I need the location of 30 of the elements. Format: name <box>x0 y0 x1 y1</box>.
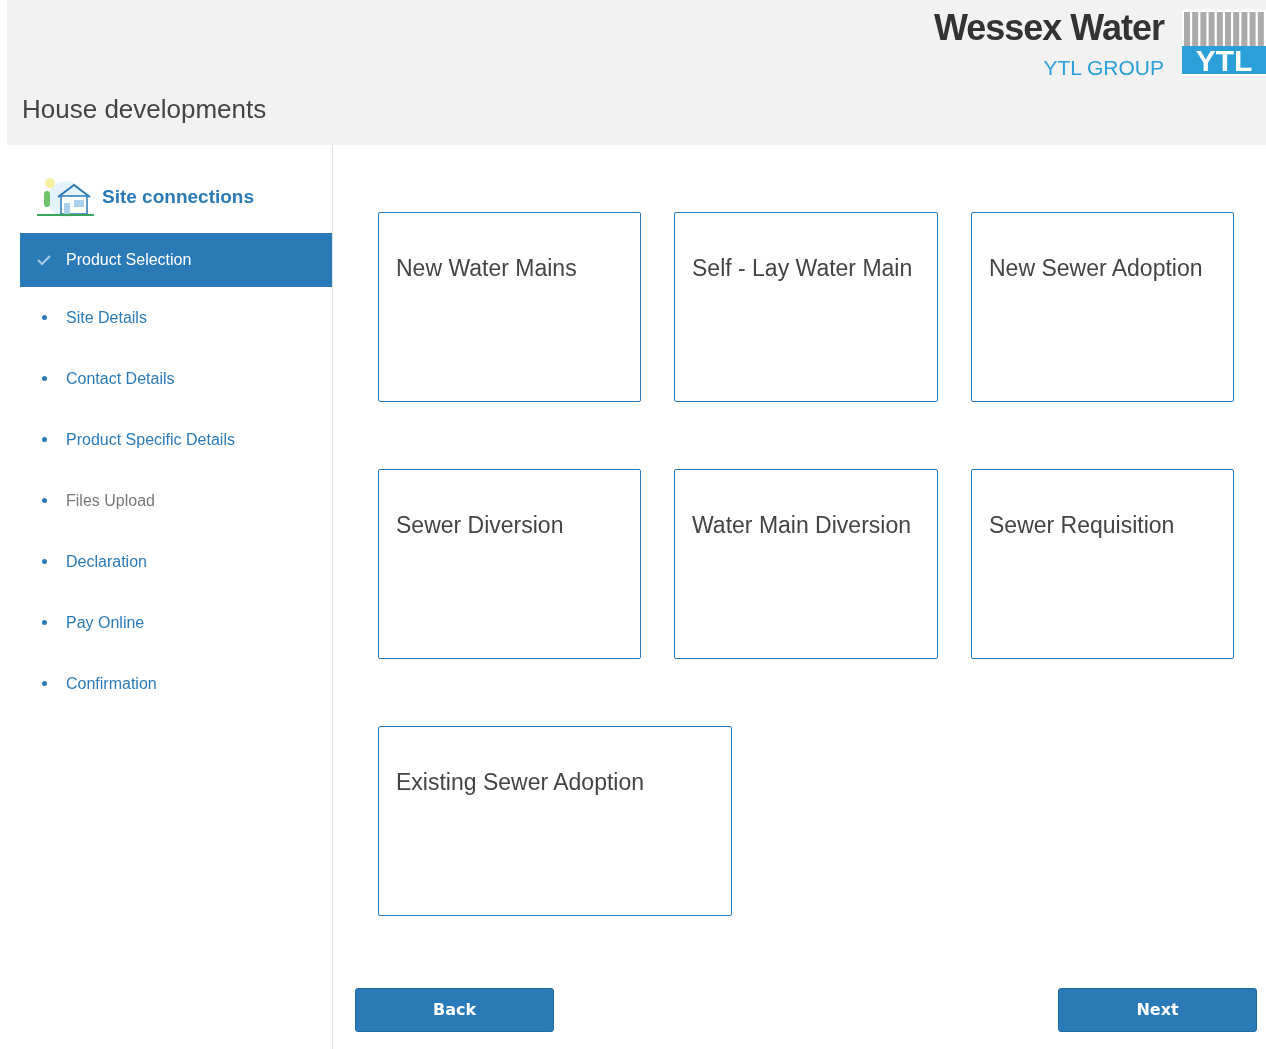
page-title: House developments <box>22 93 267 126</box>
step-item[interactable]: Declaration <box>20 531 332 592</box>
sidebar-title: Site connections <box>102 184 255 209</box>
step-dot <box>42 681 47 686</box>
step-item[interactable]: Product Specific Details <box>20 409 332 470</box>
ytl-logo: YTL <box>1182 10 1266 76</box>
brand-group: YTL GROUP <box>933 52 1164 84</box>
step-item[interactable]: Product Selection <box>20 233 332 287</box>
product-tile[interactable]: Water Main Diversion <box>674 469 938 659</box>
check-icon <box>37 254 51 266</box>
step-dot <box>42 498 47 503</box>
step-item[interactable]: Confirmation <box>20 653 332 714</box>
brand-name: Wessex Water <box>933 10 1164 46</box>
step-item[interactable]: Site Details <box>20 287 332 348</box>
product-tile[interactable]: Sewer Diversion <box>378 469 641 659</box>
product-tile[interactable]: Existing Sewer Adoption <box>378 726 732 916</box>
house-icon <box>36 177 94 217</box>
step-dot <box>42 559 47 564</box>
step-item[interactable]: Pay Online <box>20 592 332 653</box>
step-dot <box>42 376 47 381</box>
step-dot <box>42 437 47 442</box>
back-button[interactable]: Back <box>355 988 554 1032</box>
next-button[interactable]: Next <box>1058 988 1257 1032</box>
step-dot <box>42 315 47 320</box>
product-tile[interactable]: Self - Lay Water Main <box>674 212 938 402</box>
step-item[interactable]: Contact Details <box>20 348 332 409</box>
product-tile[interactable]: New Water Mains <box>378 212 641 402</box>
step-dot <box>42 620 47 625</box>
product-tile[interactable]: Sewer Requisition <box>971 469 1234 659</box>
product-tile[interactable]: New Sewer Adoption <box>971 212 1234 402</box>
